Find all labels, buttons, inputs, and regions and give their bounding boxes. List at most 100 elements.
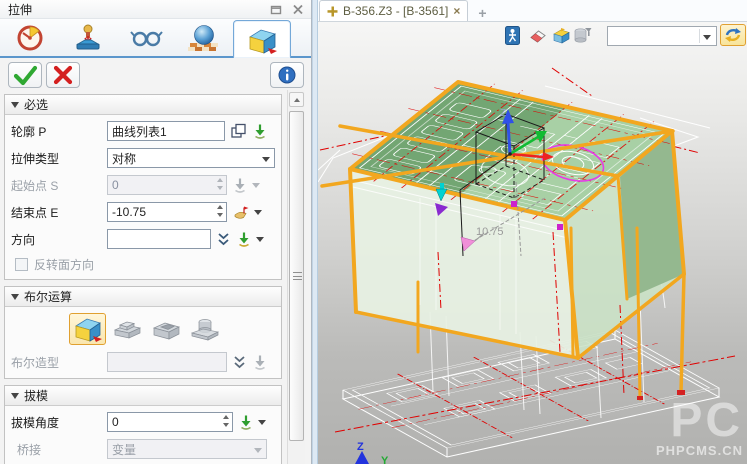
green-down-arrow-icon [252,123,268,139]
tab-gauge[interactable] [1,19,59,56]
bridge-row: 桥接 变量 [17,438,275,460]
close-dialog-button[interactable] [289,2,307,16]
bridge-value: 变量 [112,441,136,458]
section-required-header[interactable]: 必选 [5,95,281,115]
boolean-op-base-button[interactable] [69,313,106,345]
erase-button[interactable] [529,29,547,48]
boolean-op-intersect-button[interactable] [186,313,223,345]
green-down-arrow-icon [236,231,252,247]
tab-extrude[interactable] [233,20,291,58]
collapse-arrow-icon [11,102,19,108]
magenta-point-handle[interactable] [557,224,563,230]
extrude-type-select[interactable]: 对称 [107,148,275,168]
small-box-icon [552,27,571,44]
axis-z-label: Z [357,441,364,453]
direction-pick-button[interactable] [236,231,252,247]
regen-view-button[interactable] [720,24,746,46]
view-preset-select[interactable] [607,26,717,46]
end-point-input[interactable] [107,202,227,222]
start-point-input [107,175,227,195]
cancel-button[interactable] [46,62,80,88]
post-tip [677,390,685,395]
document-tab[interactable]: B-356.Z3 - [B-3561] × [319,0,468,21]
document-plus-icon [327,6,338,17]
restore-icon [270,4,282,15]
curve-list-button[interactable] [230,123,247,139]
end-point-label: 结束点 E [11,204,107,221]
double-chevron-down-icon [216,231,231,247]
document-tab-close[interactable]: × [453,4,460,18]
direction-label: 方向 [11,231,107,248]
new-document-tab-button[interactable]: + [468,5,496,21]
end-point-row: 结束点 E [11,201,275,223]
scrollbar-grip-icon [293,272,302,280]
post-tip [637,396,643,400]
panel-scrollbar[interactable] [287,90,305,464]
section-draft: 拔模 拔模角度 [4,385,282,464]
cylinder-filter-icon [574,27,592,44]
draft-angle-input[interactable] [107,412,233,432]
sphere-icon [188,24,220,52]
guide-post [571,228,573,356]
extrude-distance-label: 10.75 [476,226,504,238]
info-button[interactable] [270,62,304,88]
3d-scene[interactable]: Z 10.75 Z Y [318,22,747,464]
tab-glasses[interactable] [117,19,175,56]
base-box-icon [73,315,103,343]
pick-face-button[interactable] [552,27,571,49]
direction-row: 方向 [11,228,275,250]
boolean-op-buttons [69,313,275,345]
bridge-select: 变量 [107,439,267,459]
add-shape-icon [111,316,143,342]
stamp-icon [73,23,103,53]
tab-stamp[interactable] [59,19,117,56]
hand-flag-icon [232,204,250,220]
draft-angle-spinner[interactable] [220,413,231,429]
scrollbar-thumb[interactable] [289,111,304,441]
document-tab-bar: B-356.Z3 - [B-3561] × + [318,0,747,22]
z-axis-arrow[interactable] [508,123,510,154]
triad-z-label: Z [500,108,506,119]
pick-profile-button[interactable] [252,123,268,139]
dialog-toolbar-tabs [0,19,311,58]
dialog-titlebar: 拉伸 [0,0,311,19]
end-options-caret-icon[interactable] [254,210,262,215]
expand-double-chevron-button[interactable] [216,231,231,247]
scrollbar-up-arrow[interactable] [289,92,304,107]
intersect-shape-icon [189,316,221,342]
direction-options-caret-icon[interactable] [256,237,264,242]
section-draft-header[interactable]: 拔模 [5,386,281,406]
cancel-x-icon [51,64,75,86]
double-chevron-down-icon [232,354,247,370]
dialog-action-row [0,62,311,90]
extrude-type-row: 拉伸类型 对称 [11,147,275,169]
tab-sphere[interactable] [175,19,233,56]
draft-options-caret-icon[interactable] [258,420,266,425]
end-spinner[interactable] [214,203,225,219]
direction-input[interactable] [107,229,211,249]
boolean-shape-input [107,352,227,372]
3d-viewport[interactable]: Z 10.75 Z Y [318,22,747,464]
filter-button[interactable] [574,27,592,49]
dropdown-caret-icon [254,448,262,453]
extrude-type-value: 对称 [112,150,136,167]
ok-button[interactable] [8,62,42,88]
section-required-title: 必选 [24,96,48,113]
viewport-toolbar [318,22,747,50]
guide-post [681,274,684,392]
profile-input[interactable] [107,121,225,141]
glasses-icon [129,27,163,49]
section-draft-title: 拔模 [24,387,48,404]
boolean-op-remove-button[interactable] [147,313,184,345]
offset-to-face-button[interactable] [232,204,250,220]
collapse-arrow-icon [11,294,19,300]
start-options-caret-icon [252,183,260,188]
dropdown-caret-icon [703,35,711,40]
draft-pick-button[interactable] [238,414,254,430]
restore-window-button[interactable] [267,2,285,16]
section-boolean-header[interactable]: 布尔运算 [5,287,281,307]
exit-sketch-button[interactable] [505,26,520,50]
magenta-point-handle[interactable] [511,201,517,207]
boolean-op-add-button[interactable] [108,313,145,345]
dropdown-caret-icon [262,157,270,162]
